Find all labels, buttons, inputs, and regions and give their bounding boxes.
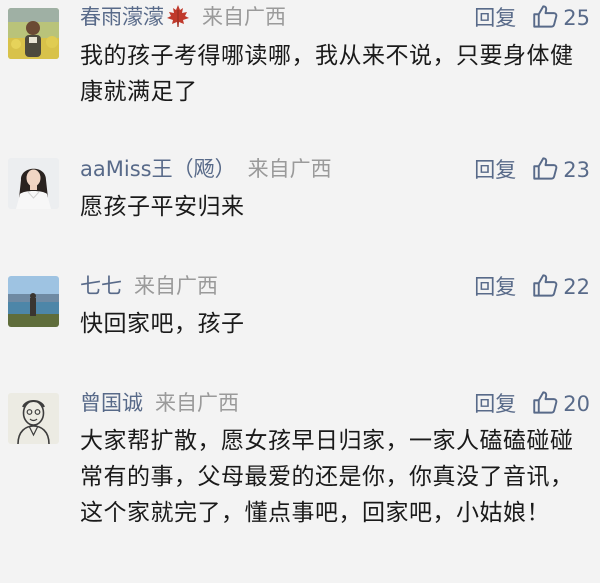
location-label: 来自广西 [134, 274, 218, 298]
reply-button[interactable]: 回复 [474, 154, 516, 186]
comment-header: 曾国诚 来自广西 [80, 388, 239, 418]
like-button[interactable]: 23 [532, 154, 590, 186]
comment-item: 七七 来自广西 回复 22 快回家吧，孩子 [0, 265, 600, 382]
thumbs-up-icon [533, 157, 558, 180]
thumbs-up-icon [533, 274, 558, 297]
comment-text: 快回家吧，孩子 [80, 311, 245, 337]
like-count: 22 [563, 275, 590, 299]
avatar-lake-landscape-icon [8, 276, 59, 327]
nickname[interactable]: 曾国诚 [80, 391, 143, 415]
comment-item: 春雨濛濛 来自广西 回复 25 我的孩子考得哪读哪，我从来不说，只要身体健康就满足了 [0, 0, 600, 150]
avatar-woman-icon [8, 158, 59, 209]
location-label: 来自广西 [155, 391, 239, 415]
location-label: 来自广西 [202, 5, 286, 29]
avatar[interactable] [8, 393, 59, 444]
comment-item: aaMiss王（飏） 来自广西 回复 23 愿孩子平安归来 [0, 150, 600, 265]
nickname[interactable]: 春雨濛濛 [80, 5, 164, 29]
comment-text: 大家帮扩散，愿女孩早日归家，一家人磕磕碰碰常有的事，父母最爱的还是你，你真没了音… [80, 428, 574, 526]
comment-text: 愿孩子平安归来 [80, 194, 245, 220]
comment-text: 我的孩子考得哪读哪，我从来不说，只要身体健康就满足了 [80, 43, 574, 105]
comment-item: 曾国诚 来自广西 回复 20 大家帮扩散，愿女孩早日归家，一家人磕磕碰碰常有的事，父… [0, 382, 600, 583]
reply-button[interactable]: 回复 [474, 388, 516, 420]
like-count: 25 [563, 6, 590, 30]
like-count: 20 [563, 392, 590, 416]
avatar[interactable] [8, 8, 59, 59]
avatar[interactable] [8, 158, 59, 209]
location-label: 来自广西 [247, 157, 332, 181]
maple-leaf-icon [166, 4, 190, 28]
comment-actions: 回复 23 [474, 154, 590, 186]
nickname[interactable]: aaMiss王（飏） [80, 157, 236, 181]
like-button[interactable]: 25 [532, 2, 590, 34]
like-count: 23 [563, 158, 590, 182]
avatar[interactable] [8, 276, 59, 327]
comment-actions: 回复 20 [474, 388, 590, 420]
avatar-person-outdoor-icon [8, 8, 59, 59]
avatar-sketch-portrait-icon [8, 393, 59, 444]
comment-actions: 回复 22 [474, 271, 590, 303]
thumbs-up-icon [533, 5, 558, 28]
comment-header: aaMiss王（飏） 来自广西 [80, 154, 332, 184]
reply-button[interactable]: 回复 [474, 2, 516, 34]
thumbs-up-icon [533, 391, 558, 414]
reply-button[interactable]: 回复 [474, 271, 516, 303]
comment-header: 七七 来自广西 [80, 271, 218, 301]
comment-header: 春雨濛濛 来自广西 [80, 2, 286, 32]
nickname[interactable]: 七七 [80, 274, 122, 298]
like-button[interactable]: 22 [532, 271, 590, 303]
like-button[interactable]: 20 [532, 388, 590, 420]
comment-actions: 回复 25 [474, 2, 590, 34]
